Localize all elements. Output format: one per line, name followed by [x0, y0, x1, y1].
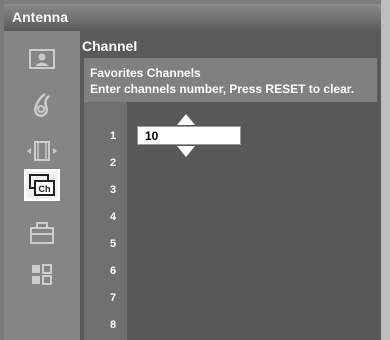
channel-entry-field[interactable]: 10	[137, 126, 241, 145]
down-arrow-icon[interactable]	[177, 146, 195, 157]
sound-icon[interactable]	[24, 89, 60, 121]
favorite-number-8: 8	[109, 319, 117, 331]
favorite-number-3: 3	[109, 184, 117, 196]
picture-icon[interactable]	[24, 43, 60, 75]
setup-icon[interactable]	[24, 217, 60, 249]
favorites-heading: Favorites Channels	[90, 66, 201, 80]
favorite-number-1: 1	[109, 130, 117, 142]
side-menu: Ch	[4, 31, 80, 340]
favorite-number-4: 4	[109, 211, 117, 223]
up-arrow-icon[interactable]	[177, 114, 195, 125]
input-title: Antenna	[4, 4, 381, 31]
favorite-number-7: 7	[109, 292, 117, 304]
channel-icon[interactable]: Ch	[24, 169, 60, 201]
favorite-number-6: 6	[109, 265, 117, 277]
favorite-number-2: 2	[109, 157, 117, 169]
screen-icon[interactable]	[24, 135, 60, 167]
favorite-number-5: 5	[109, 238, 117, 250]
svg-text:Ch: Ch	[39, 184, 51, 194]
instructions-text: Enter channels number, Press RESET to cl…	[90, 82, 355, 96]
features-icon[interactable]	[24, 259, 60, 291]
section-title: Channel	[82, 38, 138, 54]
